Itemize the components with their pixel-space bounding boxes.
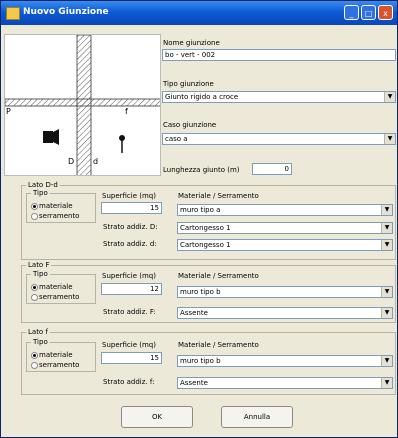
horizontal-slab — [5, 98, 160, 107]
maximize-button[interactable]: □ — [361, 5, 376, 20]
radio-materiale-f-lower[interactable]: materiale — [31, 351, 73, 359]
diagram-label-p: P — [6, 107, 11, 116]
radio-serramento-dd-label: serramento — [39, 212, 80, 220]
chevron-down-icon[interactable]: ▼ — [384, 134, 395, 144]
materiale-dd-select[interactable]: muro tipo a ▼ — [177, 204, 393, 216]
nome-giunzione-label: Nome giunzione — [163, 39, 220, 47]
strato-f-lower-value: Assente — [180, 379, 208, 387]
tipo-giunzione-select[interactable]: Giunto rigido a croce ▼ — [162, 91, 396, 103]
tipo-frame-f-upper-title: Tipo — [31, 270, 50, 278]
strato-d-lower-select[interactable]: Cartongesso 1 ▼ — [177, 239, 393, 251]
radio-materiale-dd-label: materiale — [39, 202, 73, 210]
dialog-window: Nuovo Giunzione _ □ x P f D d Nome giunz… — [0, 0, 398, 438]
radio-selected-icon — [31, 203, 38, 210]
radio-serramento-f-lower-label: serramento — [39, 361, 80, 369]
radio-materiale-f-upper[interactable]: materiale — [31, 283, 73, 291]
app-icon — [6, 7, 20, 20]
chevron-down-icon[interactable]: ▼ — [381, 205, 392, 215]
radio-serramento-f-upper-label: serramento — [39, 293, 80, 301]
chevron-down-icon[interactable]: ▼ — [381, 378, 392, 388]
superficie-dd-label: Superficie (mq) — [102, 192, 156, 200]
group-lato-dd-title: Lato D-d — [26, 181, 60, 189]
tipo-frame-dd-title: Tipo — [31, 189, 50, 197]
strato-d-lower-label: Strato addiz. d: — [103, 240, 157, 248]
junction-diagram-svg — [5, 35, 160, 175]
strato-f-lower-label: Strato addiz. f: — [103, 378, 155, 386]
junction-diagram: P f D d — [4, 34, 161, 176]
caso-giunzione-value: caso a — [165, 135, 188, 143]
lunghezza-giunto-input[interactable]: 0 — [252, 163, 292, 175]
strato-d-label: Strato addiz. D: — [103, 223, 158, 231]
strato-d-select[interactable]: Cartongesso 1 ▼ — [177, 222, 393, 234]
radio-materiale-f-upper-label: materiale — [39, 283, 73, 291]
ok-button[interactable]: OK — [121, 406, 193, 428]
materiale-f-lower-select[interactable]: muro tipo b ▼ — [177, 355, 393, 367]
chevron-down-icon[interactable]: ▼ — [381, 240, 392, 250]
title-bar[interactable]: Nuovo Giunzione _ □ x — [1, 1, 397, 25]
tipo-frame-f-lower-title: Tipo — [31, 338, 50, 346]
radio-serramento-dd[interactable]: serramento — [31, 212, 79, 220]
window-title: Nuovo Giunzione — [23, 7, 109, 17]
close-button[interactable]: x — [378, 5, 393, 20]
strato-d-value: Cartongesso 1 — [180, 224, 231, 232]
strato-f-upper-value: Assente — [180, 309, 208, 317]
radio-selected-icon — [31, 284, 38, 291]
superficie-f-lower-input[interactable]: 15 — [101, 352, 162, 364]
radio-serramento-f-lower[interactable]: serramento — [31, 361, 79, 369]
group-lato-f-upper-title: Lato F — [26, 261, 52, 269]
chevron-down-icon[interactable]: ▼ — [381, 356, 392, 366]
radio-unselected-icon — [31, 362, 38, 369]
minimize-button[interactable]: _ — [344, 5, 359, 20]
diagram-label-f: f — [125, 107, 128, 116]
strato-f-upper-select[interactable]: Assente ▼ — [177, 307, 393, 319]
radio-materiale-dd[interactable]: materiale — [31, 202, 73, 210]
superficie-f-lower-label: Superficie (mq) — [102, 341, 156, 349]
radio-materiale-f-lower-label: materiale — [39, 351, 73, 359]
strato-f-lower-select[interactable]: Assente ▼ — [177, 377, 393, 389]
strato-d-lower-value: Cartongesso 1 — [180, 241, 231, 249]
materiale-f-lower-label: Materiale / Serramento — [178, 341, 259, 349]
tipo-giunzione-label: Tipo giunzione — [163, 80, 214, 88]
diagram-label-d-upper: D — [68, 157, 75, 166]
materiale-f-upper-value: muro tipo b — [180, 288, 221, 296]
nome-giunzione-input[interactable]: bo - vert - 002 — [162, 49, 396, 61]
materiale-dd-label: Materiale / Serramento — [178, 192, 259, 200]
caso-giunzione-select[interactable]: caso a ▼ — [162, 133, 396, 145]
radio-unselected-icon — [31, 213, 38, 220]
materiale-f-upper-label: Materiale / Serramento — [178, 272, 259, 280]
superficie-f-upper-input[interactable]: 12 — [101, 283, 162, 295]
materiale-dd-value: muro tipo a — [180, 206, 221, 214]
radio-selected-icon — [31, 352, 38, 359]
lunghezza-giunto-label: Lunghezza giunto (m) — [163, 166, 240, 174]
superficie-f-upper-label: Superficie (mq) — [102, 272, 156, 280]
tipo-giunzione-value: Giunto rigido a croce — [165, 93, 239, 101]
strato-f-upper-label: Strato addiz. F: — [103, 308, 156, 316]
chevron-down-icon[interactable]: ▼ — [381, 308, 392, 318]
radio-unselected-icon — [31, 294, 38, 301]
source-marker — [43, 131, 53, 143]
radio-serramento-f-upper[interactable]: serramento — [31, 293, 79, 301]
cancel-button[interactable]: Annulla — [221, 406, 293, 428]
superficie-dd-input[interactable]: 15 — [101, 202, 162, 214]
chevron-down-icon[interactable]: ▼ — [381, 223, 392, 233]
caso-giunzione-label: Caso giunzione — [163, 121, 217, 129]
diagram-label-d-lower: d — [93, 157, 99, 166]
chevron-down-icon[interactable]: ▼ — [384, 92, 395, 102]
source-marker-cone — [53, 129, 59, 145]
chevron-down-icon[interactable]: ▼ — [381, 287, 392, 297]
materiale-f-upper-select[interactable]: muro tipo b ▼ — [177, 286, 393, 298]
materiale-f-lower-value: muro tipo b — [180, 357, 221, 365]
group-lato-f-lower-title: Lato f — [26, 328, 50, 336]
